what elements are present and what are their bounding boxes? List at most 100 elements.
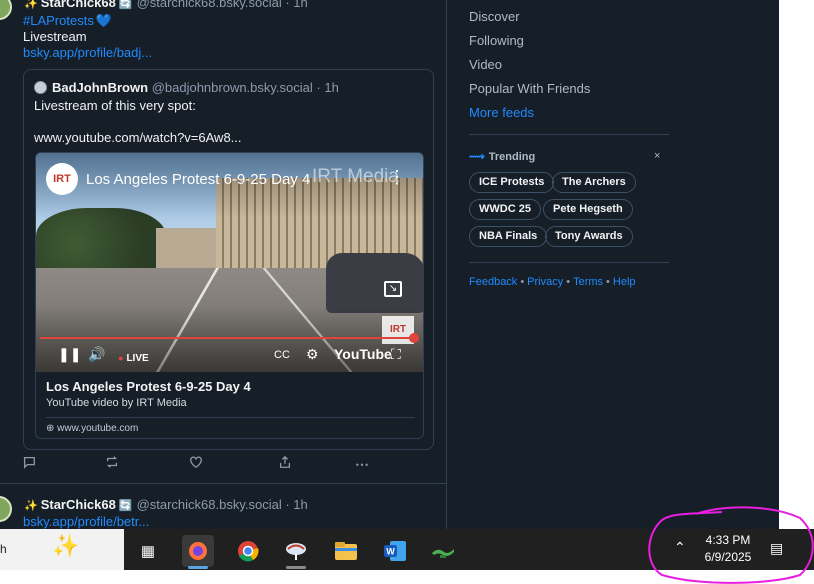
badge-icon: 🔄 (118, 0, 133, 10)
embed-info[interactable]: Los Angeles Protest 6-9-25 Day 4 YouTube… (36, 372, 423, 438)
heart-icon: 💙 (95, 13, 113, 28)
video-menu-icon[interactable]: ⋮ (388, 167, 406, 188)
post[interactable]: ✨ StarChick68 🔄 @starchick68.bsky.social · … (0, 0, 446, 483)
windows-taskbar: h ✨ ▦ W ⌃ 4:33 PM 6/9/2025 ▤ (0, 529, 814, 584)
feed-link-popular[interactable]: Popular With Friends (469, 81, 590, 96)
trending-chip[interactable]: WWDC 25 (469, 199, 541, 220)
avatar[interactable] (0, 0, 12, 20)
post-header: ✨ StarChick68 🔄 @starchick68.bsky.social · … (24, 497, 308, 512)
dot-separator: • (606, 276, 610, 288)
trending-chip[interactable]: Tony Awards (545, 226, 633, 247)
clock-time: 4:33 PM (705, 533, 751, 547)
help-link[interactable]: Help (613, 276, 636, 288)
video-watermark: IRT Media (312, 166, 399, 187)
firefox-active-indicator (188, 566, 208, 569)
embed-title[interactable]: Los Angeles Protest 6-9-25 Day 4 (46, 379, 251, 394)
sparkle-icon: ✨ (24, 0, 38, 10)
chevron-up-icon[interactable]: ⌃ (674, 539, 686, 556)
quote-text: Livestream of this very spot: (34, 98, 196, 113)
feed-link-discover[interactable]: Discover (469, 9, 520, 24)
trending-chip[interactable]: The Archers (552, 172, 636, 193)
embed-divider (46, 417, 415, 418)
chrome-icon[interactable] (232, 535, 264, 567)
feedback-link[interactable]: Feedback (469, 276, 517, 288)
miniplayer-icon[interactable]: ↘ (384, 281, 402, 297)
post-link[interactable]: bsky.app/profile/betr... (23, 514, 149, 529)
reply-icon[interactable] (20, 455, 38, 473)
close-icon[interactable]: × (654, 150, 660, 162)
feed-link-video[interactable]: Video (469, 57, 502, 72)
quote-link-text: www.youtube.com/watch?v=6Aw8... (34, 130, 242, 145)
video-title[interactable]: Los Angeles Protest 6-9-25 Day 4 (86, 171, 310, 188)
handle[interactable]: @starchick68.bsky.social · 1h (137, 497, 308, 512)
bluesky-app: ✨ StarChick68 🔄 @starchick68.bsky.social · … (0, 0, 779, 529)
system-clock[interactable]: 4:33 PM 6/9/2025 (698, 532, 758, 566)
post-header: ✨ StarChick68 🔄 @starchick68.bsky.social · … (24, 0, 308, 10)
notification-icon[interactable]: ▤ (770, 540, 783, 557)
feed-column: ✨ StarChick68 🔄 @starchick68.bsky.social · … (0, 0, 447, 529)
hashtag-line: #LAProtests 💙 (23, 13, 112, 29)
volume-icon[interactable]: 🔊 (88, 346, 105, 363)
live-indicator[interactable]: ● LIVE (118, 348, 149, 364)
trending-chip[interactable]: ICE Protests (469, 172, 555, 193)
embed-description: YouTube video by IRT Media (46, 397, 187, 409)
more-icon[interactable]: ⋯ (353, 455, 371, 473)
trending-icon: ⟿ (469, 151, 485, 163)
avatar[interactable] (0, 496, 12, 522)
search-text: h (0, 542, 7, 556)
handle[interactable]: @starchick68.bsky.social · 1h (137, 0, 308, 10)
like-icon[interactable] (187, 455, 205, 473)
hashtag-link[interactable]: #LAProtests (23, 13, 94, 28)
display-name[interactable]: StarChick68 (41, 0, 116, 10)
trending-chip[interactable]: Pete Hegseth (543, 199, 633, 220)
task-view-icon[interactable]: ▦ (132, 535, 164, 567)
video-progress-bar[interactable] (40, 337, 415, 339)
post-actions: ⋯ (0, 455, 446, 475)
video-player[interactable]: IRT Los Angeles Protest 6-9-25 Day 4 IRT… (36, 153, 423, 372)
firefox-icon[interactable] (182, 535, 214, 567)
trending-chip[interactable]: NBA Finals (469, 226, 548, 247)
feed-link-following[interactable]: Following (469, 33, 524, 48)
sidebar-divider (469, 262, 669, 263)
taskbar-search[interactable]: h ✨ (0, 529, 124, 570)
quote-display-name[interactable]: BadJohnBrown (52, 80, 148, 95)
badge-icon: 🔄 (118, 500, 133, 512)
genie-icon[interactable] (427, 535, 459, 567)
channel-logo-icon[interactable]: IRT (46, 163, 78, 195)
post-link[interactable]: bsky.app/profile/badj... (23, 45, 152, 60)
app-icon[interactable] (280, 535, 312, 567)
globe-icon: ⊕ (46, 423, 58, 434)
app-indicator (286, 566, 306, 569)
pause-icon[interactable]: ❚❚ (58, 346, 81, 363)
quote-header: BadJohnBrown @badjohnbrown.bsky.social ·… (52, 80, 339, 95)
fullscreen-icon[interactable]: ⛶ (391, 346, 401, 363)
more-feeds-link[interactable]: More feeds (469, 105, 534, 120)
trending-header: ⟿ Trending (469, 150, 535, 163)
window-edge (779, 0, 814, 529)
quote-avatar[interactable] (34, 81, 47, 94)
post[interactable]: ✨ StarChick68 🔄 @starchick68.bsky.social · … (0, 484, 446, 529)
quote-handle[interactable]: @badjohnbrown.bsky.social · 1h (152, 80, 339, 95)
sparkle-icon: ✨ (24, 500, 38, 512)
privacy-link[interactable]: Privacy (527, 276, 563, 288)
file-explorer-icon[interactable] (330, 535, 362, 567)
embed-domain-text: www.youtube.com (57, 423, 139, 434)
quote-card[interactable]: BadJohnBrown @badjohnbrown.bsky.social ·… (23, 69, 434, 450)
settings-gear-icon[interactable]: ⚙ (306, 346, 319, 363)
terms-link[interactable]: Terms (573, 276, 603, 288)
captions-icon[interactable]: CC (274, 349, 290, 361)
youtube-logo[interactable]: YouTube (334, 346, 392, 362)
right-sidebar: Discover Following Video Popular With Fr… (448, 0, 779, 529)
taskbar-bottom-strip (0, 570, 814, 584)
youtube-embed[interactable]: IRT Los Angeles Protest 6-9-25 Day 4 IRT… (35, 152, 424, 439)
word-icon[interactable]: W (379, 535, 411, 567)
copilot-sparkle-icon[interactable]: ✨ (52, 533, 79, 559)
repost-icon[interactable] (103, 455, 121, 473)
clock-date: 6/9/2025 (704, 550, 752, 564)
display-name[interactable]: StarChick68 (41, 497, 116, 512)
live-dot-icon: ● (118, 353, 124, 363)
sidebar-divider (469, 134, 669, 135)
embed-domain: ⊕ www.youtube.com (46, 423, 138, 434)
post-text: Livestream (23, 29, 87, 44)
share-icon[interactable] (276, 455, 294, 473)
